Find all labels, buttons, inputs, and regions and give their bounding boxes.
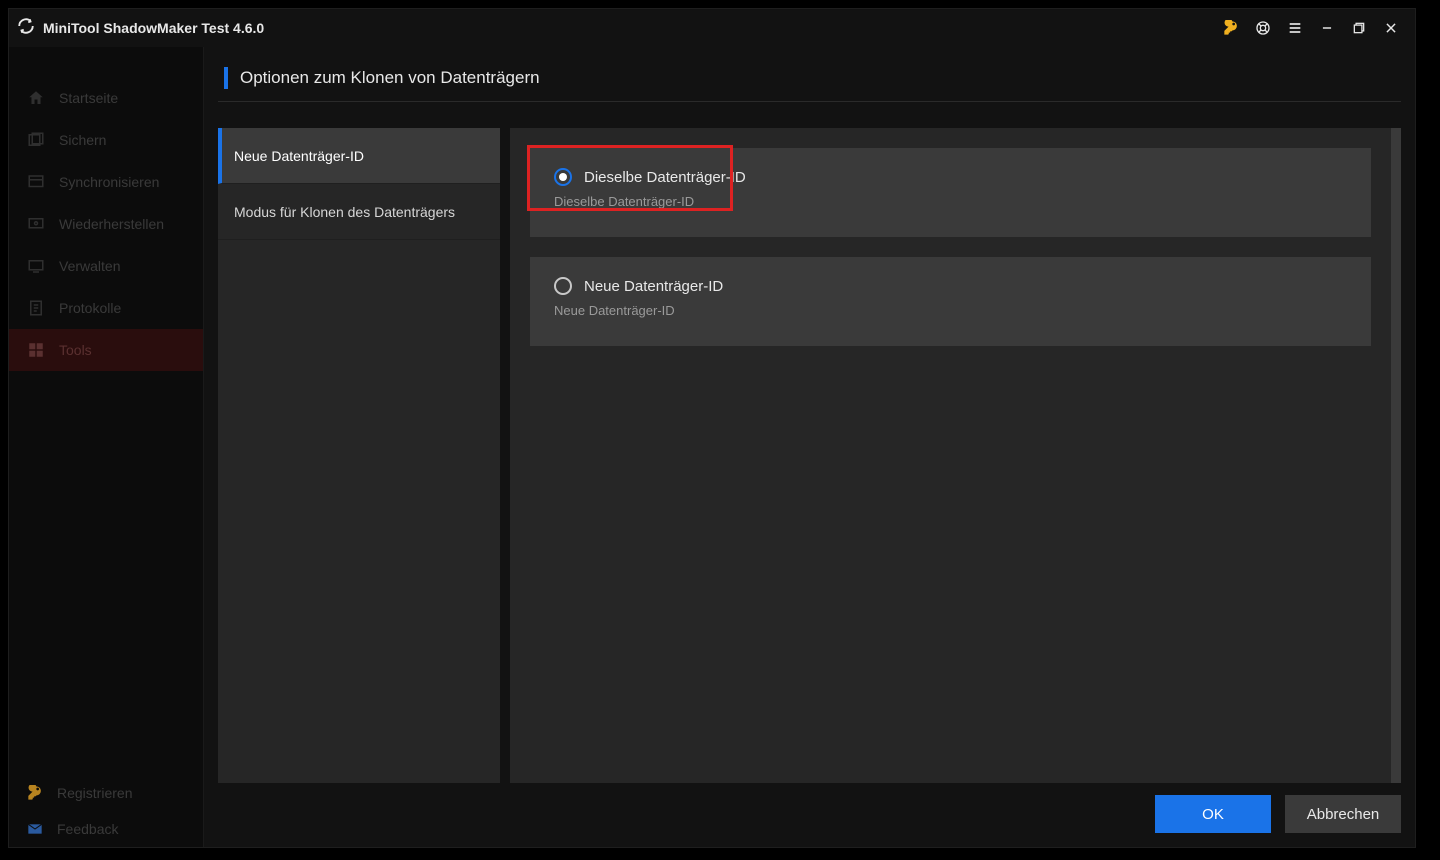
header-accent-bar	[224, 67, 228, 89]
sidebar-item-label: Verwalten	[59, 258, 120, 274]
sidebar-item-label: Synchronisieren	[59, 174, 159, 190]
option-subtitle: Dieselbe Datenträger-ID	[554, 194, 1347, 209]
options-panel: Dieselbe Datenträger-ID Dieselbe Datentr…	[510, 128, 1391, 783]
ok-button[interactable]: OK	[1155, 795, 1271, 833]
sidebar-item-home[interactable]: Startseite	[9, 77, 203, 119]
sidebar-item-logs[interactable]: Protokolle	[9, 287, 203, 329]
maximize-icon[interactable]	[1343, 12, 1375, 44]
sidebar-item-label: Tools	[59, 342, 92, 358]
hamburger-menu-icon[interactable]	[1279, 12, 1311, 44]
option-title: Dieselbe Datenträger-ID	[584, 169, 746, 186]
option-title: Neue Datenträger-ID	[584, 278, 723, 295]
titlebar[interactable]: MiniTool ShadowMaker Test 4.6.0	[9, 9, 1415, 47]
sidebar-item-label: Wiederherstellen	[59, 216, 164, 232]
radio-icon[interactable]	[554, 277, 572, 295]
sidebar-item-feedback[interactable]: Feedback	[9, 811, 203, 847]
license-key-icon[interactable]	[1215, 12, 1247, 44]
page-header: Optionen zum Klonen von Datenträgern	[218, 67, 1401, 102]
lifesaver-icon[interactable]	[1247, 12, 1279, 44]
minimize-icon[interactable]	[1311, 12, 1343, 44]
sidebar-item-restore[interactable]: Wiederherstellen	[9, 203, 203, 245]
option-new-disk-id[interactable]: Neue Datenträger-ID Neue Datenträger-ID	[530, 257, 1371, 346]
cancel-button[interactable]: Abbrechen	[1285, 795, 1401, 833]
scrollbar[interactable]	[1391, 128, 1401, 783]
main-content: Optionen zum Klonen von Datenträgern Neu…	[204, 47, 1415, 847]
option-same-disk-id[interactable]: Dieselbe Datenträger-ID Dieselbe Datentr…	[530, 148, 1371, 237]
sidebar-item-label: Startseite	[59, 90, 118, 106]
category-label: Modus für Klonen des Datenträgers	[234, 204, 455, 220]
category-label: Neue Datenträger-ID	[234, 148, 364, 164]
sidebar-item-label: Sichern	[59, 132, 106, 148]
page-title: Optionen zum Klonen von Datenträgern	[240, 68, 540, 88]
close-icon[interactable]	[1375, 12, 1407, 44]
sidebar-item-sync[interactable]: Synchronisieren	[9, 161, 203, 203]
sidebar-item-manage[interactable]: Verwalten	[9, 245, 203, 287]
sidebar-item-label: Protokolle	[59, 300, 121, 316]
app-logo-icon	[17, 17, 35, 40]
sidebar: Startseite Sichern Synchronisieren Wiede…	[9, 47, 204, 847]
sidebar-item-tools[interactable]: Tools	[9, 329, 203, 371]
sidebar-item-register[interactable]: Registrieren	[9, 775, 203, 811]
sidebar-item-backup[interactable]: Sichern	[9, 119, 203, 161]
category-item-clone-mode[interactable]: Modus für Klonen des Datenträgers	[218, 184, 500, 240]
category-item-new-disk-id[interactable]: Neue Datenträger-ID	[218, 128, 500, 184]
app-title: MiniTool ShadowMaker Test 4.6.0	[43, 20, 264, 36]
option-subtitle: Neue Datenträger-ID	[554, 303, 1347, 318]
sidebar-item-label: Registrieren	[57, 785, 132, 801]
app-window: MiniTool ShadowMaker Test 4.6.0 Startsei…	[8, 8, 1416, 848]
sidebar-item-label: Feedback	[57, 821, 118, 837]
category-panel: Neue Datenträger-ID Modus für Klonen des…	[218, 128, 500, 783]
radio-icon[interactable]	[554, 168, 572, 186]
dialog-footer: OK Abbrechen	[218, 783, 1401, 833]
